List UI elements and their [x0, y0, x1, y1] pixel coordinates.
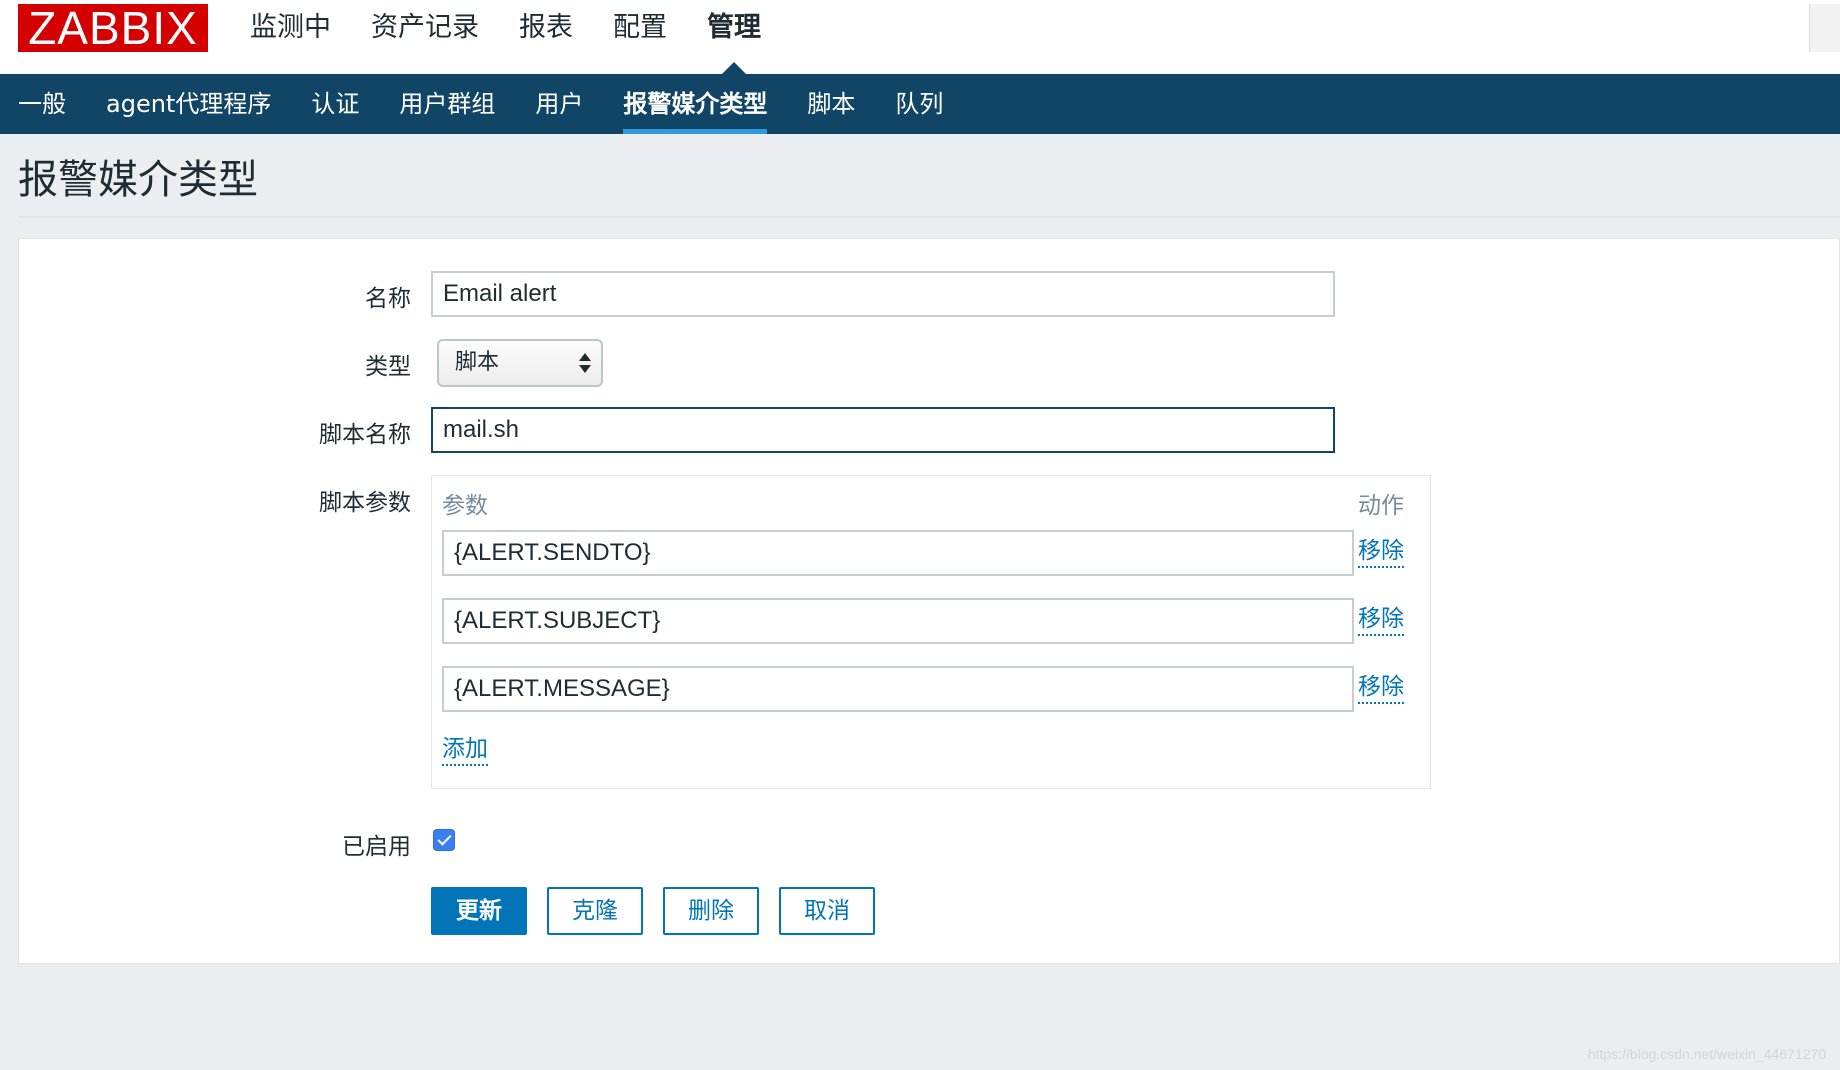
sub-nav-queue[interactable]: 队列: [875, 74, 963, 134]
script-name-label: 脚本名称: [319, 422, 411, 448]
sub-nav-authentication[interactable]: 认证: [291, 74, 379, 134]
add-param-link[interactable]: 添加: [442, 734, 488, 766]
type-select[interactable]: 脚本: [437, 339, 603, 387]
zabbix-logo[interactable]: ZABBIX: [18, 4, 208, 52]
script-params-table: 参数 动作 {ALERT.SENDTO} 移除 {ALERT.SUBJECT} …: [431, 475, 1431, 789]
watermark: https://blog.csdn.net/weixin_44671270: [1587, 1046, 1826, 1062]
enabled-label: 已启用: [342, 834, 411, 860]
name-input[interactable]: Email alert: [431, 271, 1335, 317]
page-title: 报警媒介类型: [18, 157, 258, 203]
params-column-header: 参数: [442, 493, 488, 519]
action-column-header: 动作: [1358, 493, 1404, 519]
sub-nav-media-types[interactable]: 报警媒介类型: [603, 74, 787, 134]
remove-param-2-link[interactable]: 移除: [1358, 604, 1404, 636]
clone-button[interactable]: 克隆: [547, 887, 643, 935]
param-input-3[interactable]: {ALERT.MESSAGE}: [442, 666, 1354, 712]
top-bar-right-control[interactable]: [1809, 4, 1840, 52]
media-type-form: 名称 Email alert 类型 脚本 脚本名称 mail.sh 脚本参数 参…: [18, 238, 1840, 964]
main-nav-inventory[interactable]: 资产记录: [351, 0, 499, 74]
enabled-checkbox[interactable]: [433, 829, 455, 851]
main-nav-configuration[interactable]: 配置: [593, 0, 687, 74]
top-bar: ZABBIX 监测中 资产记录 报表 配置 管理: [0, 0, 1840, 74]
cancel-button[interactable]: 取消: [779, 887, 875, 935]
name-label: 名称: [365, 286, 411, 312]
main-nav-monitoring[interactable]: 监测中: [230, 0, 351, 74]
delete-button[interactable]: 删除: [663, 887, 759, 935]
script-params-label: 脚本参数: [319, 490, 411, 516]
remove-param-1-link[interactable]: 移除: [1358, 536, 1404, 568]
param-input-2[interactable]: {ALERT.SUBJECT}: [442, 598, 1354, 644]
type-select-value: 脚本: [455, 350, 500, 375]
remove-param-3-link[interactable]: 移除: [1358, 672, 1404, 704]
sub-nav-user-groups[interactable]: 用户群组: [379, 74, 515, 134]
main-nav-administration[interactable]: 管理: [687, 0, 781, 74]
type-label: 类型: [365, 354, 411, 380]
sub-nav-proxies[interactable]: agent代理程序: [86, 74, 291, 134]
main-nav-reports[interactable]: 报表: [499, 0, 593, 74]
sub-nav-general[interactable]: 一般: [0, 74, 86, 134]
sub-nav-scripts[interactable]: 脚本: [787, 74, 875, 134]
main-nav: 监测中 资产记录 报表 配置 管理: [230, 0, 781, 74]
sub-nav: 一般 agent代理程序 认证 用户群组 用户 报警媒介类型 脚本 队列: [0, 74, 1840, 134]
title-divider: [18, 216, 1840, 218]
select-arrows-icon: [579, 351, 591, 375]
param-input-1[interactable]: {ALERT.SENDTO}: [442, 530, 1354, 576]
update-button[interactable]: 更新: [431, 887, 527, 935]
sub-nav-users[interactable]: 用户: [515, 74, 603, 134]
script-name-input[interactable]: mail.sh: [431, 407, 1335, 453]
